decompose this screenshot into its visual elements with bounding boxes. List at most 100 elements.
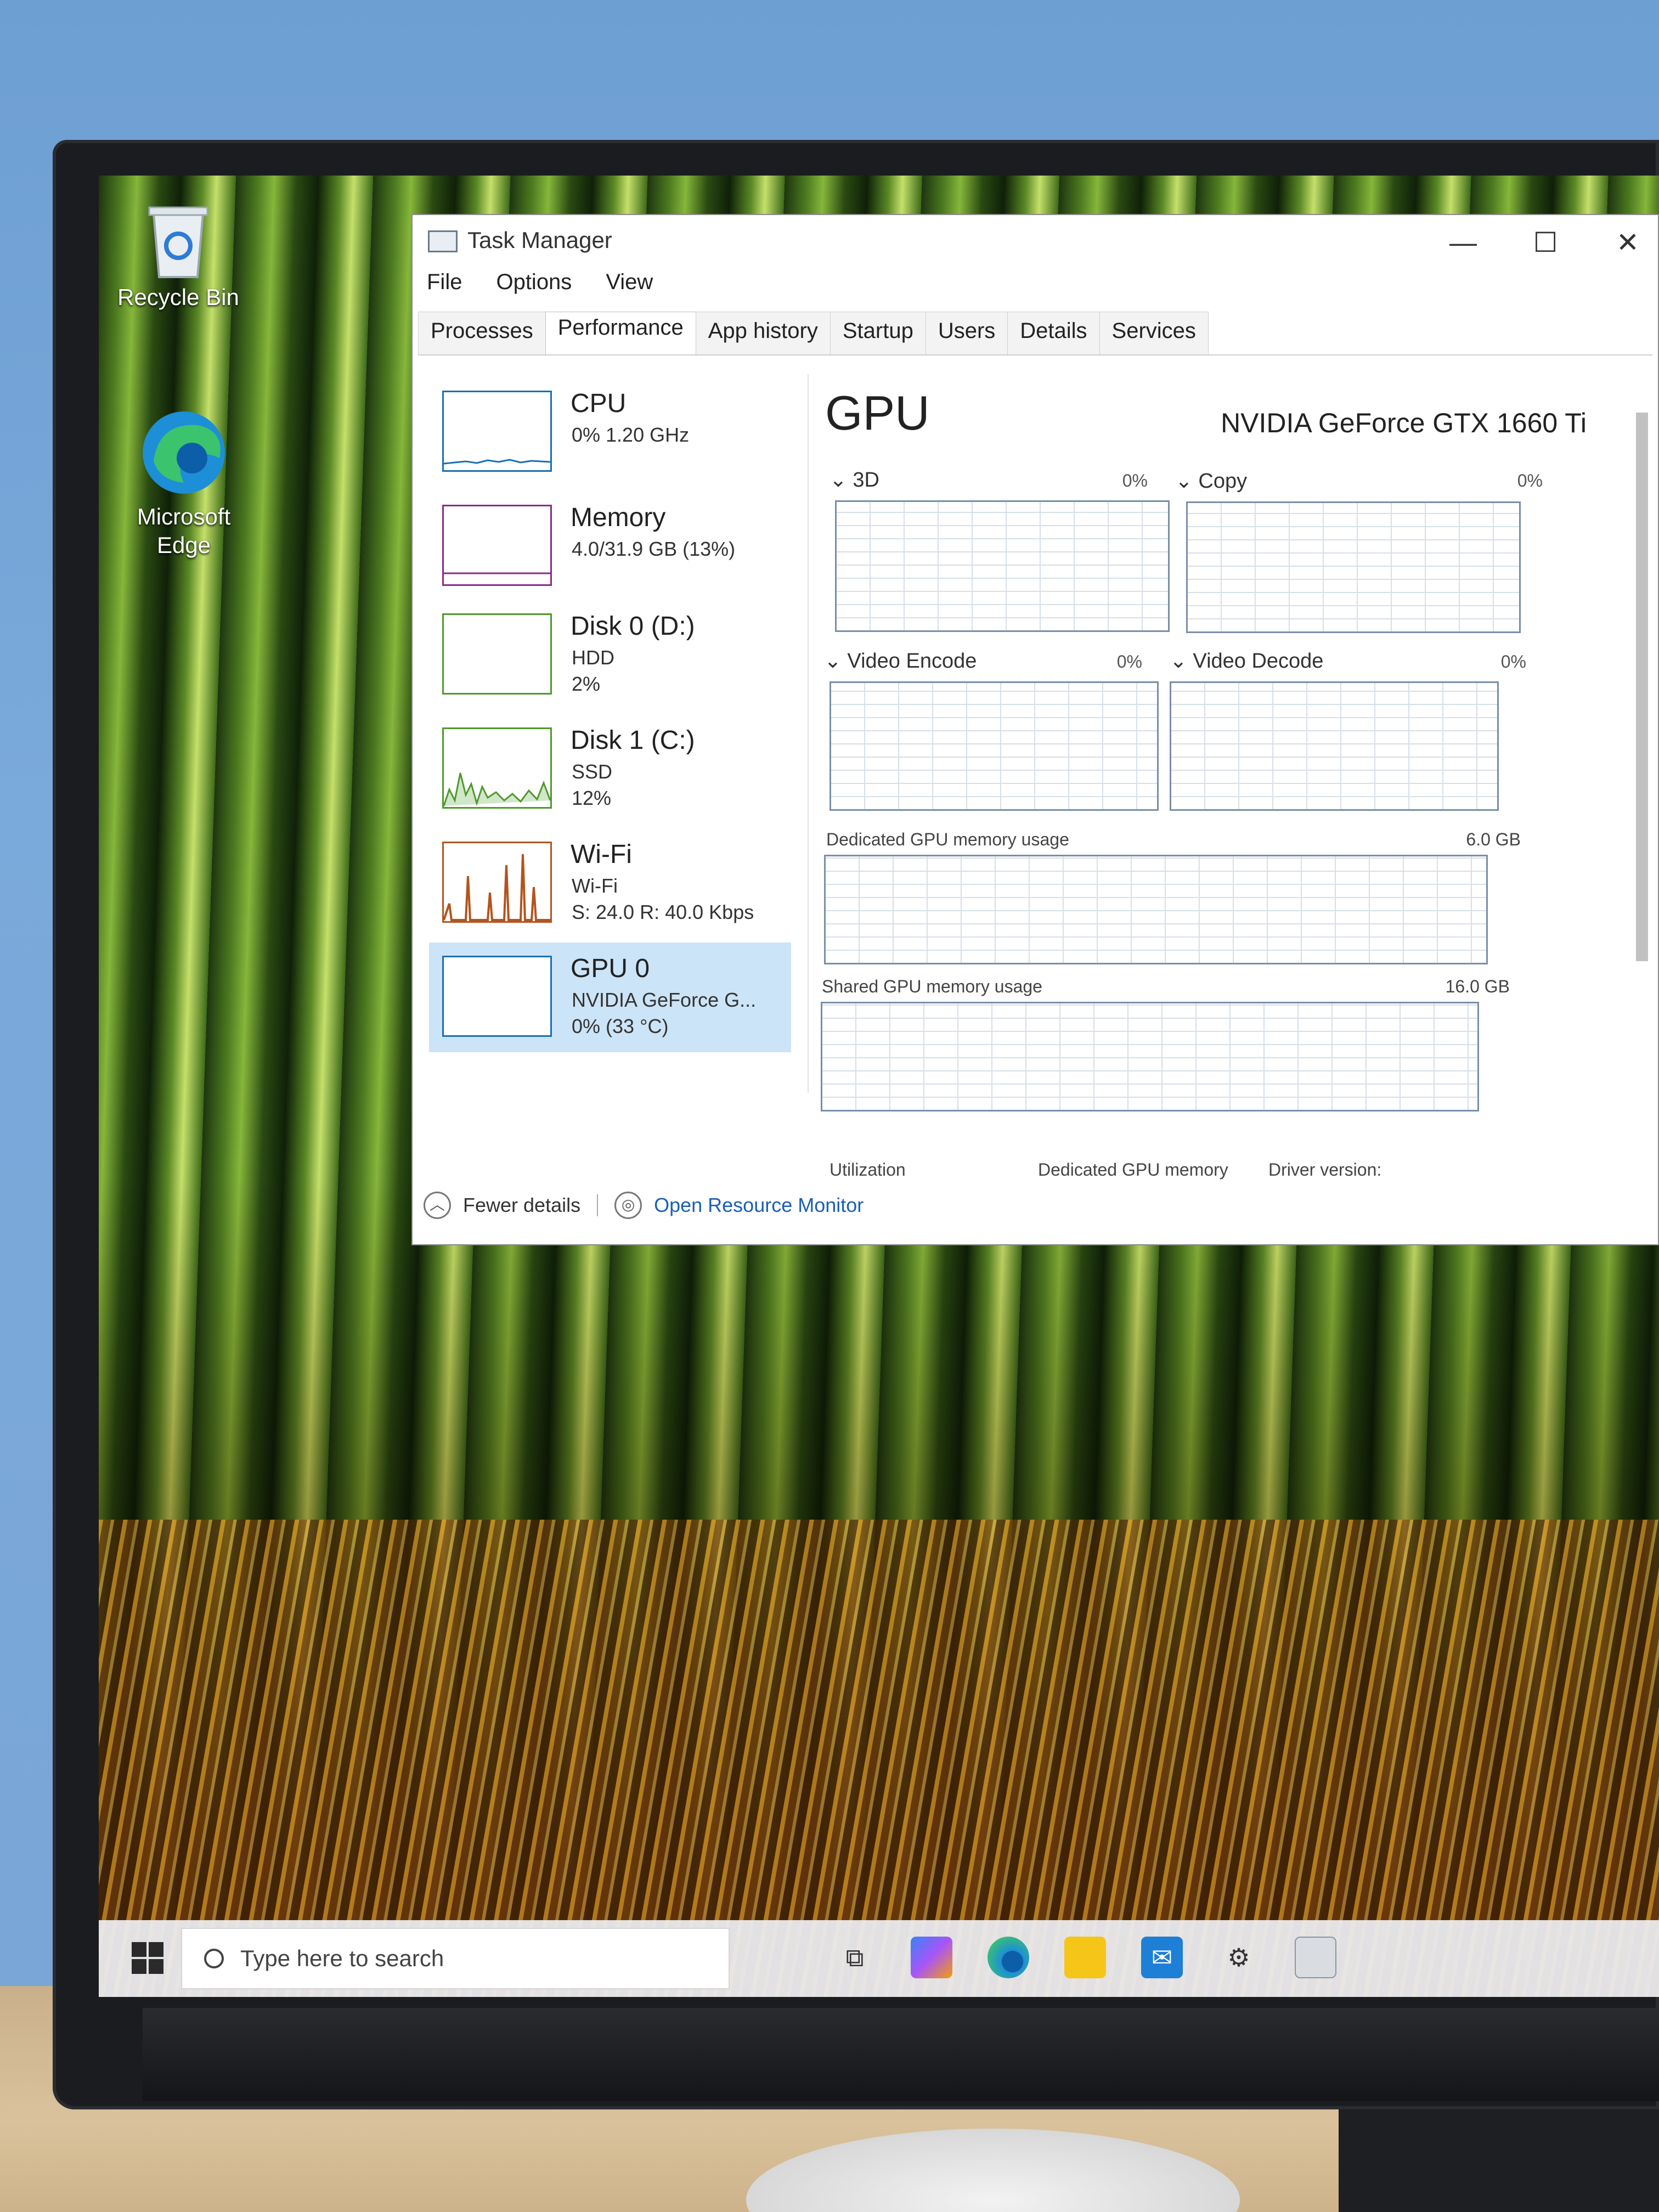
monitor-chin bbox=[143, 2008, 1659, 2101]
footer-separator bbox=[597, 1194, 599, 1216]
task-manager-window: Task Manager — ☐ ✕ File Options View Pro… bbox=[411, 214, 1659, 1245]
tab-users[interactable]: Users bbox=[925, 312, 1008, 356]
windows-logo-pane bbox=[149, 1942, 163, 1957]
engine-name: Copy bbox=[1198, 470, 1248, 493]
menu-options[interactable]: Options bbox=[493, 270, 575, 303]
edge-icon bbox=[143, 411, 225, 494]
graph-shared-memory bbox=[821, 1002, 1479, 1111]
file-explorer-icon[interactable] bbox=[1064, 1937, 1106, 1978]
engine-label-3d[interactable]: ⌄ 3D bbox=[830, 467, 879, 492]
graph-copy bbox=[1186, 501, 1521, 633]
sidebar-divider bbox=[808, 374, 809, 1093]
shared-memory-label: Shared GPU memory usage bbox=[822, 977, 1042, 996]
stat-utilization-label: Utilization bbox=[830, 1160, 906, 1180]
sidebar-item-detail: Wi-Fi bbox=[572, 874, 618, 897]
screen: Recycle Bin Microsoft Edge Task Manager … bbox=[99, 176, 1659, 1997]
disk1-sparkline bbox=[443, 772, 551, 806]
copilot-icon[interactable] bbox=[911, 1937, 952, 1978]
sidebar-item-detail-2: 0% (33 °C) bbox=[572, 1015, 669, 1037]
engine-label-copy[interactable]: ⌄ Copy bbox=[1175, 469, 1247, 493]
gpu0-thumbnail-graph bbox=[442, 956, 552, 1037]
sidebar-item-detail: NVIDIA GeForce G... bbox=[572, 989, 757, 1011]
shared-memory-max: 16.0 GB bbox=[1445, 977, 1510, 996]
sidebar-item-detail: HDD bbox=[572, 646, 614, 669]
memory-sparkline bbox=[444, 572, 550, 574]
sidebar-item-disk0[interactable]: Disk 0 (D:) HDD 2% bbox=[429, 600, 791, 710]
graph-3d bbox=[835, 500, 1170, 632]
sidebar-item-wifi[interactable]: Wi-Fi Wi-Fi S: 24.0 R: 40.0 Kbps bbox=[429, 828, 791, 938]
wifi-sparkline bbox=[443, 854, 550, 921]
tab-services[interactable]: Services bbox=[1099, 312, 1209, 356]
edge-label: Microsoft Edge bbox=[137, 504, 231, 558]
desktop-icon-recycle-bin[interactable]: Recycle Bin bbox=[115, 198, 241, 312]
edge-icon[interactable] bbox=[988, 1937, 1029, 1978]
task-manager-icon bbox=[428, 230, 458, 252]
chevron-up-icon: ︿ bbox=[424, 1192, 451, 1219]
menu-view[interactable]: View bbox=[602, 270, 656, 303]
sidebar-item-detail-2: 2% bbox=[572, 673, 601, 695]
search-placeholder: Type here to search bbox=[240, 1945, 444, 1971]
gpu-panel: GPU NVIDIA GeForce GTX 1660 Ti ⌄ 3D 0% ⌄… bbox=[819, 374, 1587, 1111]
start-button[interactable] bbox=[132, 1942, 165, 1975]
disk1-thumbnail-graph bbox=[442, 727, 552, 809]
maximize-button[interactable]: ☐ bbox=[1515, 226, 1576, 259]
sidebar-item-cpu[interactable]: CPU 0% 1.20 GHz bbox=[429, 377, 791, 487]
desktop-icon-edge[interactable]: Microsoft Edge bbox=[121, 406, 247, 560]
sidebar-item-name: Disk 0 (D:) bbox=[571, 612, 695, 641]
graph-video-decode bbox=[1170, 681, 1499, 811]
recycle-bin-icon bbox=[148, 206, 208, 278]
sidebar-item-gpu0[interactable]: GPU 0 NVIDIA GeForce G... 0% (33 °C) bbox=[429, 943, 791, 1052]
sidebar-item-memory[interactable]: Memory 4.0/31.9 GB (13%) bbox=[429, 492, 791, 601]
resource-monitor-icon: ◎ bbox=[614, 1192, 642, 1219]
sidebar-item-disk1[interactable]: Disk 1 (C:) SSD 12% bbox=[429, 714, 791, 824]
engine-label-video-encode[interactable]: ⌄ Video Encode bbox=[824, 648, 977, 673]
sidebar-item-detail: 0% 1.20 GHz bbox=[572, 424, 690, 446]
recycle-bin-label: Recycle Bin bbox=[117, 284, 239, 310]
stat-dedicated-memory-label: Dedicated GPU memory bbox=[1038, 1160, 1228, 1180]
tab-details[interactable]: Details bbox=[1007, 312, 1100, 356]
engine-label-video-decode[interactable]: ⌄ Video Decode bbox=[1170, 648, 1323, 673]
sidebar-item-detail-2: S: 24.0 R: 40.0 Kbps bbox=[572, 901, 754, 923]
engine-name: Video Encode bbox=[847, 650, 977, 673]
cpu-thumbnail-graph bbox=[442, 391, 552, 472]
memory-thumbnail-graph bbox=[442, 505, 552, 586]
tab-processes[interactable]: Processes bbox=[418, 312, 546, 356]
windows-logo-pane bbox=[149, 1959, 163, 1974]
scrollbar-thumb[interactable] bbox=[1636, 413, 1648, 961]
engine-name: 3D bbox=[853, 469, 879, 492]
menu-bar: File Options View bbox=[424, 270, 656, 303]
mail-icon[interactable]: ✉ bbox=[1141, 1937, 1183, 1978]
minimize-button[interactable]: — bbox=[1433, 226, 1493, 259]
sidebar-item-name: Memory bbox=[571, 503, 666, 532]
page-title: GPU bbox=[825, 386, 930, 440]
footer-bar: ︿ Fewer details ◎ Open Resource Monitor bbox=[424, 1186, 864, 1224]
engine-name: Video Decode bbox=[1193, 650, 1324, 673]
tab-startup[interactable]: Startup bbox=[830, 312, 926, 356]
tab-performance[interactable]: Performance bbox=[545, 312, 696, 356]
dedicated-memory-label: Dedicated GPU memory usage bbox=[826, 830, 1069, 849]
tab-strip: Processes Performance App history Startu… bbox=[418, 312, 1209, 356]
title-bar[interactable]: Task Manager — ☐ ✕ bbox=[413, 215, 1658, 266]
vertical-scrollbar[interactable] bbox=[1634, 380, 1650, 1181]
sidebar-item-name: Disk 1 (C:) bbox=[571, 726, 695, 755]
tab-app-history[interactable]: App history bbox=[695, 312, 831, 356]
taskbar-search-box[interactable]: Type here to search bbox=[181, 1928, 730, 1989]
engine-value-video-decode: 0% bbox=[1500, 652, 1526, 672]
settings-gear-icon[interactable]: ⚙ bbox=[1218, 1937, 1260, 1978]
task-manager-taskbar-icon[interactable] bbox=[1295, 1937, 1336, 1978]
stat-driver-version-label: Driver version: bbox=[1268, 1160, 1382, 1180]
task-view-icon[interactable]: ⧉ bbox=[834, 1937, 876, 1978]
performance-sidebar: CPU 0% 1.20 GHz Memory 4.0/31.9 GB (13%)… bbox=[429, 377, 791, 1085]
menu-file[interactable]: File bbox=[424, 270, 465, 303]
sidebar-item-detail: 4.0/31.9 GB (13%) bbox=[572, 538, 736, 560]
gpu-model-name: NVIDIA GeForce GTX 1660 Ti bbox=[1221, 408, 1587, 438]
graph-dedicated-memory bbox=[824, 855, 1488, 964]
open-resource-monitor-link[interactable]: Open Resource Monitor bbox=[654, 1194, 864, 1217]
sidebar-item-name: CPU bbox=[571, 389, 627, 418]
fewer-details-link[interactable]: Fewer details bbox=[463, 1194, 580, 1217]
wifi-thumbnail-graph bbox=[442, 842, 552, 923]
search-icon bbox=[204, 1949, 224, 1968]
sidebar-item-detail: SSD bbox=[572, 760, 613, 783]
close-button[interactable]: ✕ bbox=[1598, 226, 1658, 259]
cpu-sparkline bbox=[443, 459, 551, 465]
